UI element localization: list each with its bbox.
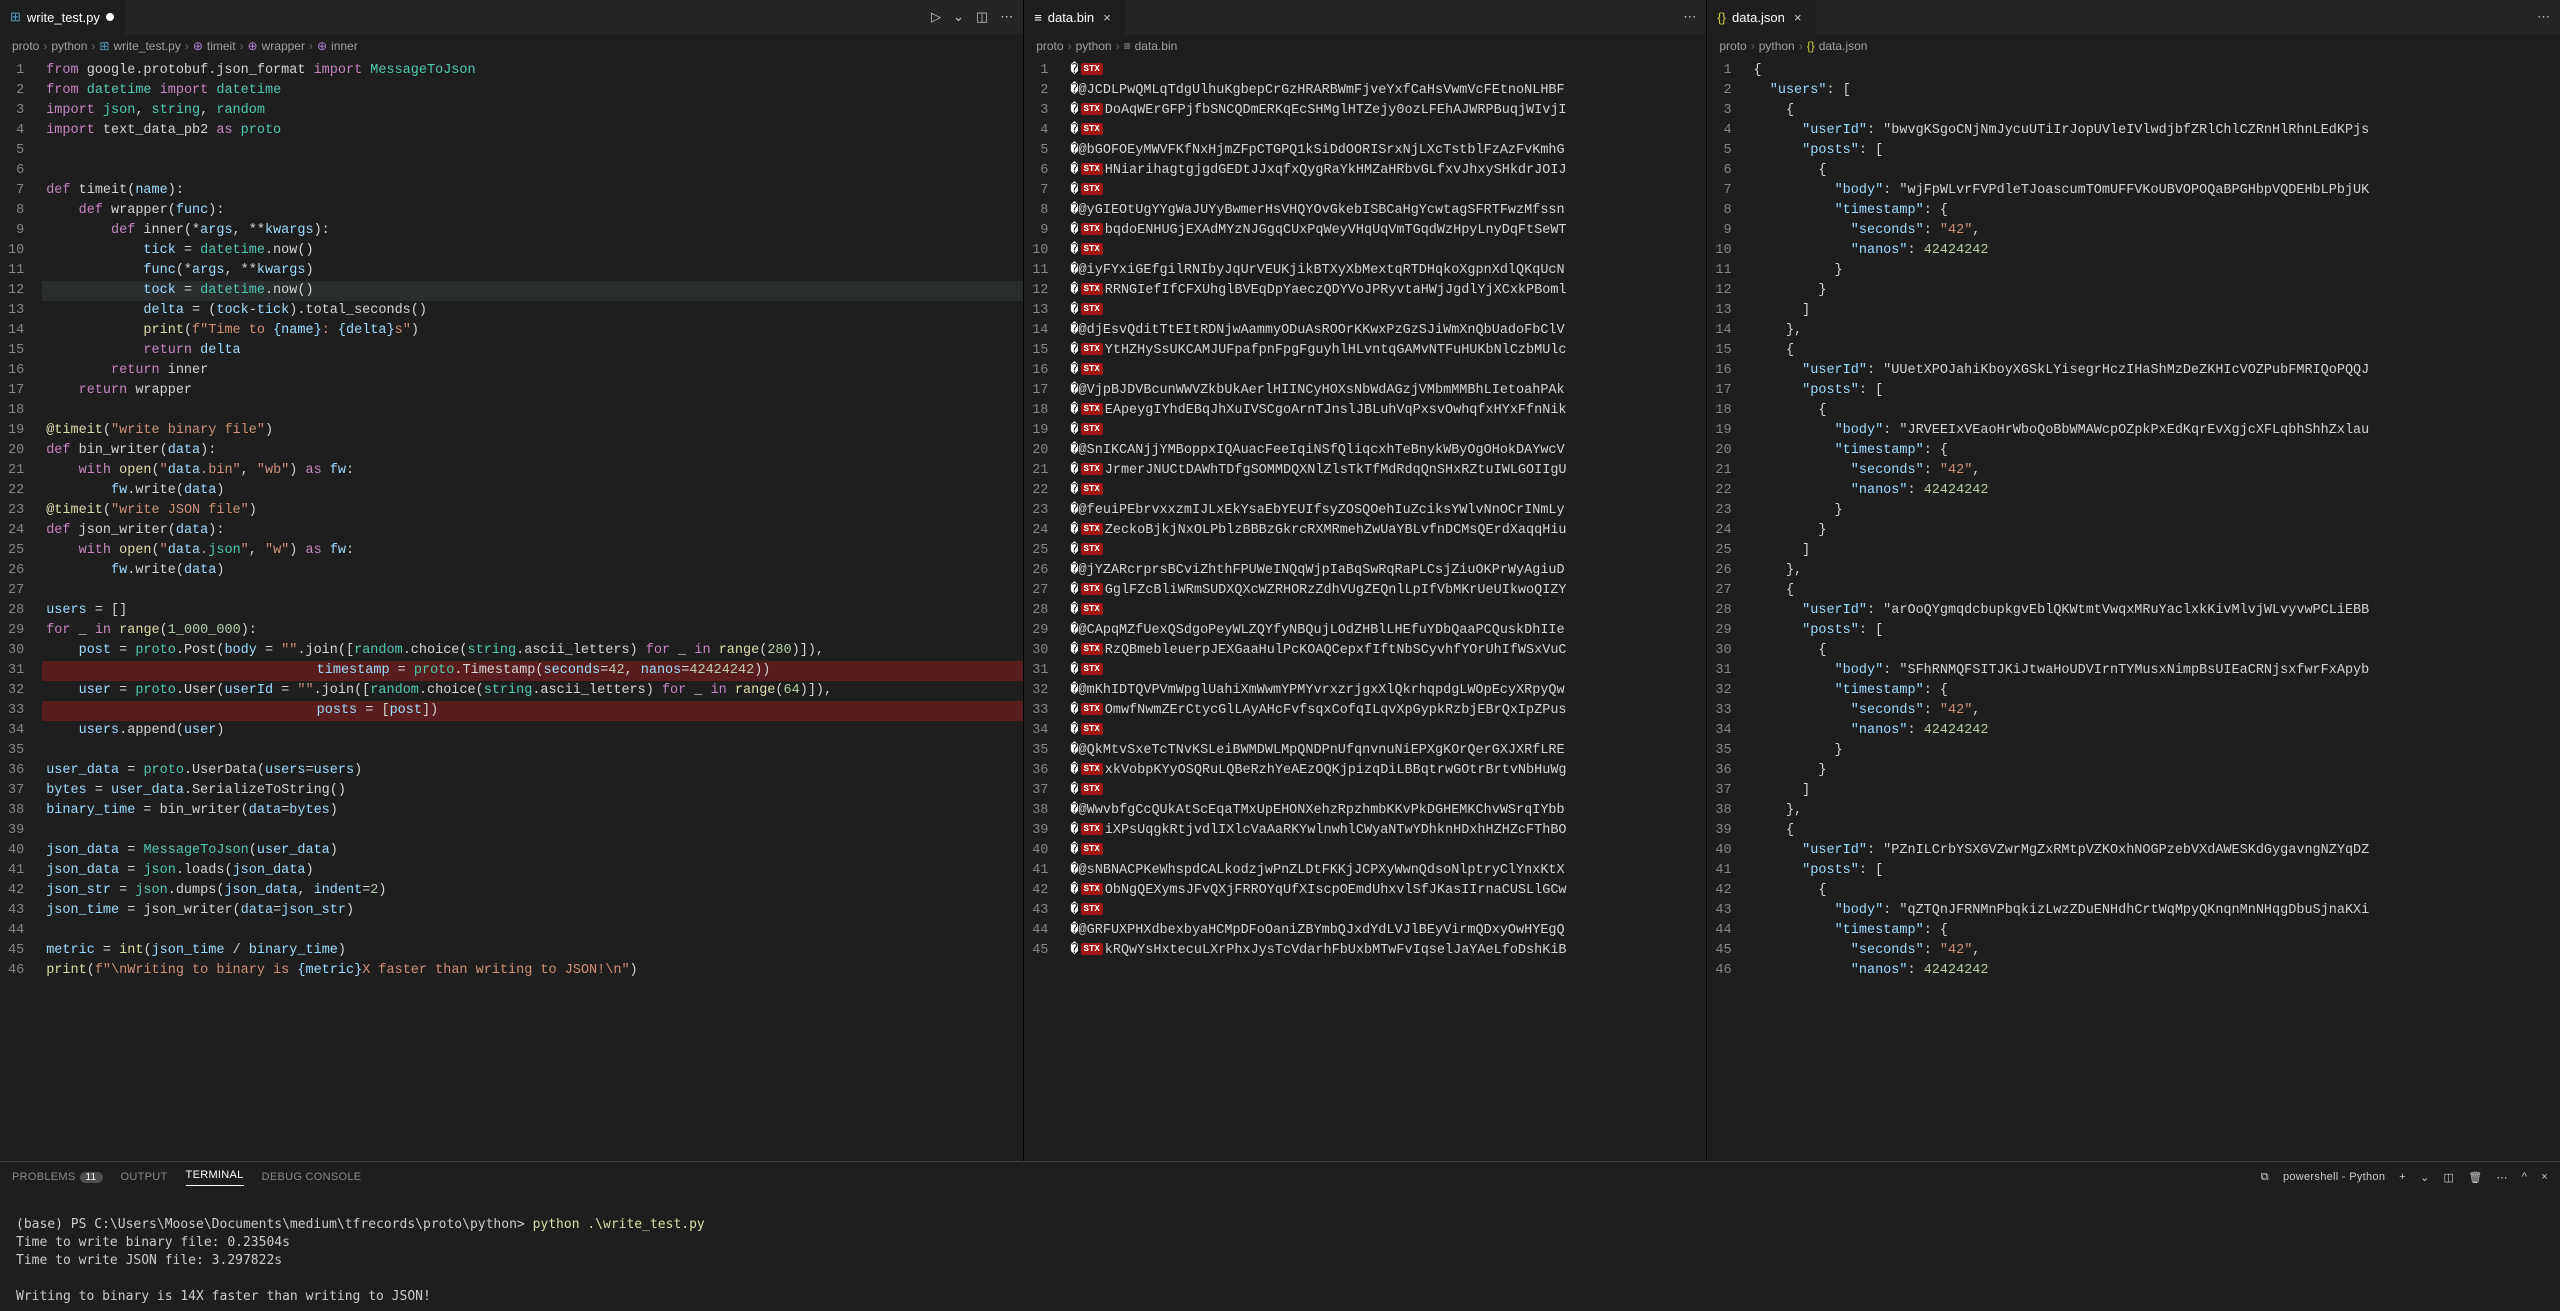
binary-file-icon: ≡ xyxy=(1124,39,1131,53)
gutter: 1234567891011121314151617181920212223242… xyxy=(1024,57,1066,1161)
tab-write-test[interactable]: ⊞ write_test.py xyxy=(0,0,125,34)
terminal-dropdown-icon[interactable]: ⌄ xyxy=(2420,1171,2430,1184)
gutter: 1234567891011121314151617181920212223242… xyxy=(0,57,42,1161)
gutter: 1234567891011121314151617181920212223242… xyxy=(1707,57,1749,1161)
breadcrumb-seg: proto xyxy=(12,39,39,53)
split-editor-icon[interactable]: ◫ xyxy=(976,9,988,25)
close-icon[interactable]: × xyxy=(1100,10,1114,25)
run-icon[interactable]: ▷ xyxy=(931,9,941,25)
breadcrumb-pane2[interactable]: proto› python› ≡ data.bin xyxy=(1024,35,1706,57)
bottom-panel: PROBLEMS11 OUTPUT TERMINAL DEBUG CONSOLE… xyxy=(0,1161,2560,1311)
tab-bar-pane1: ⊞ write_test.py ▷ ⌄ ◫ ⋯ xyxy=(0,0,1023,35)
modified-dot-icon xyxy=(106,13,114,21)
tab-data-json[interactable]: {} data.json × xyxy=(1707,0,1815,34)
breadcrumb-pane1[interactable]: proto› python› ⊞ write_test.py› ⊕ timeit… xyxy=(0,35,1023,57)
code-editor-pane2[interactable]: 1234567891011121314151617181920212223242… xyxy=(1024,57,1706,1161)
new-terminal-icon[interactable]: + xyxy=(2399,1171,2406,1183)
panel-tab-problems[interactable]: PROBLEMS11 xyxy=(12,1171,103,1183)
breadcrumb-seg: ⊕ inner xyxy=(317,39,358,53)
breadcrumb-seg: ⊞ write_test.py xyxy=(99,39,180,53)
more-actions-icon[interactable]: ⋯ xyxy=(1000,9,1013,25)
problems-badge: 11 xyxy=(80,1172,103,1183)
breadcrumb-pane3[interactable]: proto› python› {} data.json xyxy=(1707,35,2560,57)
python-file-icon: ⊞ xyxy=(99,39,109,53)
terminal-body[interactable]: (base) PS C:\Users\Moose\Documents\mediu… xyxy=(0,1192,2560,1311)
binary-file-icon: ≡ xyxy=(1034,10,1042,25)
run-dropdown-icon[interactable]: ⌄ xyxy=(953,9,964,25)
terminal-shell-icon: ⧉ xyxy=(2261,1171,2269,1184)
panel-tab-output[interactable]: OUTPUT xyxy=(121,1171,168,1183)
function-icon: ⊕ xyxy=(317,39,327,53)
terminal-shell-label[interactable]: powershell - Python xyxy=(2283,1171,2385,1183)
terminal-output-line: Time to write JSON file: 3.297822s xyxy=(16,1253,282,1268)
tab-bar-pane2: ≡ data.bin × ⋯ xyxy=(1024,0,1706,35)
close-icon[interactable]: × xyxy=(1791,10,1805,25)
tab-data-bin[interactable]: ≡ data.bin × xyxy=(1024,0,1125,34)
terminal-output-line: Time to write binary file: 0.23504s xyxy=(16,1235,290,1250)
breadcrumb-seg: ⊕ timeit xyxy=(193,39,236,53)
terminal-prompt: (base) PS C:\Users\Moose\Documents\mediu… xyxy=(16,1217,525,1232)
split-terminal-icon[interactable]: ◫ xyxy=(2444,1171,2455,1184)
json-file-icon: {} xyxy=(1807,39,1815,53)
terminal-command: python .\write_test.py xyxy=(533,1217,705,1232)
more-actions-icon[interactable]: ⋯ xyxy=(2537,9,2550,25)
tab-label: data.bin xyxy=(1048,10,1094,25)
code-editor-pane3[interactable]: 1234567891011121314151617181920212223242… xyxy=(1707,57,2560,1161)
json-file-icon: {} xyxy=(1717,10,1726,25)
breadcrumb-seg: ⊕ wrapper xyxy=(248,39,305,53)
more-actions-icon[interactable]: ⋯ xyxy=(2496,1171,2507,1184)
kill-terminal-icon[interactable]: 🗑 xyxy=(2468,1171,2482,1184)
function-icon: ⊕ xyxy=(193,39,203,53)
code-editor-pane1[interactable]: 1234567891011121314151617181920212223242… xyxy=(0,57,1023,1161)
tab-bar-pane3: {} data.json × ⋯ xyxy=(1707,0,2560,35)
maximize-panel-icon[interactable]: ^ xyxy=(2522,1171,2527,1183)
more-actions-icon[interactable]: ⋯ xyxy=(1683,9,1696,25)
close-panel-icon[interactable]: × xyxy=(2541,1171,2548,1183)
panel-tab-terminal[interactable]: TERMINAL xyxy=(186,1169,244,1186)
function-icon: ⊕ xyxy=(248,39,258,53)
tab-label: write_test.py xyxy=(27,10,100,25)
terminal-output-line: Writing to binary is 14X faster than wri… xyxy=(16,1289,431,1304)
python-file-icon: ⊞ xyxy=(10,9,21,25)
panel-tab-debug[interactable]: DEBUG CONSOLE xyxy=(262,1171,362,1183)
tab-label: data.json xyxy=(1732,10,1785,25)
breadcrumb-seg: python xyxy=(51,39,87,53)
